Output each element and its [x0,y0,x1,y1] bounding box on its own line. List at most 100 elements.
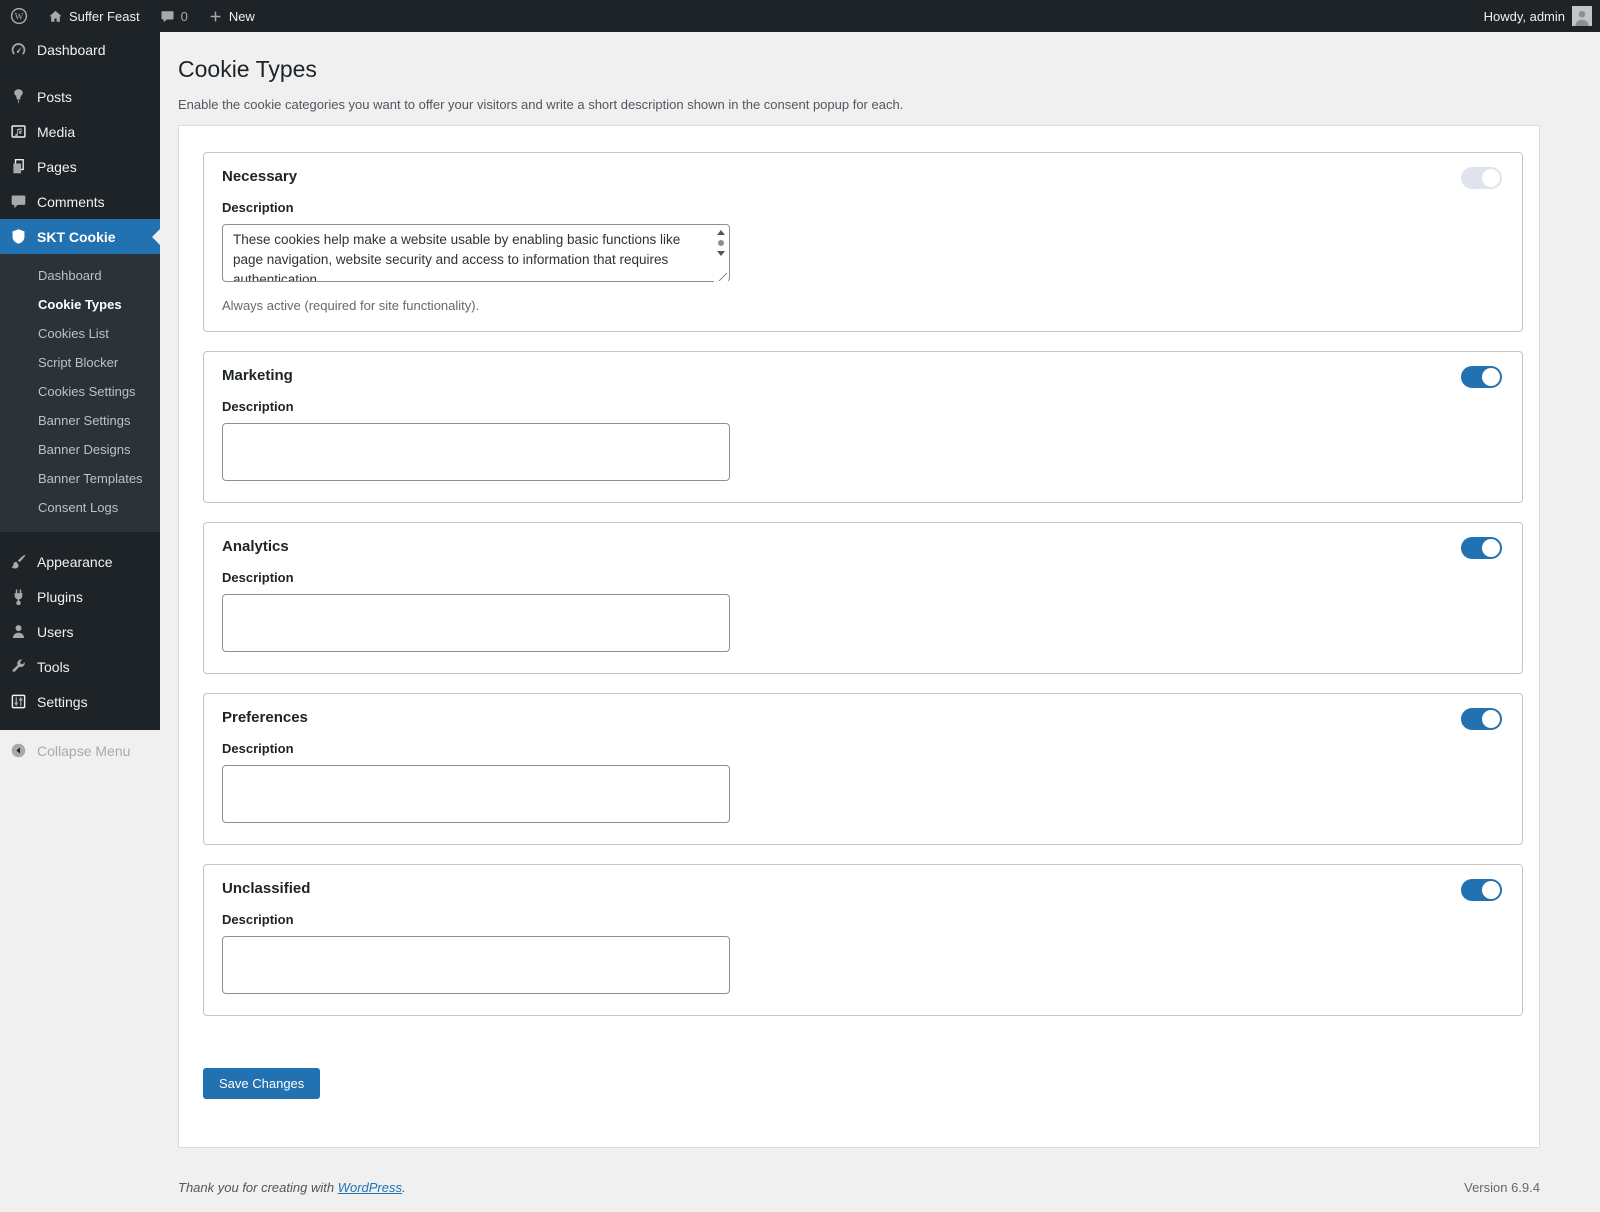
new-content-button[interactable]: New [198,0,265,32]
cookie-type-toggle[interactable] [1461,166,1502,189]
comments-admin-bar-link[interactable]: 0 [150,0,198,32]
submenu-item-banner-designs[interactable]: Banner Designs [0,435,160,464]
media-icon [11,125,26,138]
page-title: Cookie Types [178,56,317,82]
sidebar-item-users[interactable]: Users [0,614,160,649]
cookie-type-toggle[interactable] [1461,878,1502,901]
admin-footer: Thank you for creating with WordPress. V… [178,1180,1540,1195]
sliders-icon [11,694,26,709]
shield-icon [12,229,25,244]
footer-version: Version 6.9.4 [1464,1180,1540,1195]
sidebar-item-skt-cookie[interactable]: SKT Cookie [0,219,160,254]
sidebar-lower-menu: Appearance Plugins Users Tools Settings [0,544,160,719]
submenu-item-banner-templates[interactable]: Banner Templates [0,464,160,493]
plug-icon [14,589,23,605]
toggle-knob [1482,168,1500,187]
plus-icon [210,11,221,21]
description-textarea[interactable] [222,935,730,994]
sidebar-item-tools[interactable]: Tools [0,649,160,684]
avatar[interactable] [1572,6,1592,26]
toggle-knob [1482,538,1500,557]
brush-icon [11,554,26,569]
sidebar-item-label: Plugins [37,588,83,605]
site-name-label: Suffer Feast [69,8,140,24]
cookie-type-title: Unclassified [222,879,311,897]
collapse-arrow-icon [11,743,26,758]
collapse-menu-button[interactable]: Collapse Menu [0,733,160,768]
sidebar-item-label: Posts [37,88,73,105]
cookie-types-panel: Necessary Description Always active (req… [178,124,1540,1148]
sidebar-item-appearance[interactable]: Appearance [0,544,160,579]
submenu-item-banner-settings[interactable]: Banner Settings [0,406,160,435]
dashboard-gauge-icon [11,43,26,55]
sidebar-item-label: Pages [37,158,77,175]
sidebar-item-media[interactable]: Media [0,114,160,149]
sidebar-main-menu: Posts Media Pages Comments [0,79,160,219]
cookie-type-card: Preferences Description [203,692,1523,845]
wordpress-logo-icon: W [10,7,28,25]
submenu-item-dashboard[interactable]: Dashboard [0,261,160,290]
description-textarea[interactable] [222,422,730,481]
description-textarea[interactable] [222,223,730,282]
pages-icon [13,159,24,174]
admin-sidebar: Dashboard Posts Media Pages Comments SKT… [0,32,160,759]
site-name-link[interactable]: Suffer Feast [38,0,150,32]
home-icon [49,10,62,22]
comments-icon [11,195,26,208]
sidebar-item-label: Tools [37,658,70,675]
submenu-item-cookies-settings[interactable]: Cookies Settings [0,377,160,406]
cookie-type-card: Marketing Description [203,350,1523,503]
save-changes-button[interactable]: Save Changes [203,1067,321,1099]
cookie-type-title: Analytics [222,537,289,555]
sidebar-item-plugins[interactable]: Plugins [0,579,160,614]
sidebar-item-settings[interactable]: Settings [0,684,160,719]
svg-text:W: W [15,12,24,22]
sidebar-item-dashboard[interactable]: Dashboard [0,32,160,67]
description-label: Description [222,199,294,215]
textarea-scrollbar[interactable] [714,225,728,283]
submenu-item-cookies-list[interactable]: Cookies List [0,319,160,348]
always-active-note: Always active (required for site functio… [222,297,480,313]
cookie-type-title: Necessary [222,167,298,185]
sidebar-item-comments[interactable]: Comments [0,184,160,219]
scroll-down-icon[interactable] [717,250,725,256]
resize-grip-icon[interactable] [718,272,728,282]
cookie-type-card: Unclassified Description [203,863,1523,1016]
skt-cookie-submenu: Dashboard Cookie Types Cookies List Script … [0,254,160,532]
cookie-type-card: Necessary Description Always active (req… [203,151,1523,332]
howdy-admin-link[interactable]: Howdy, admin [1484,9,1565,24]
submenu-item-consent-logs[interactable]: Consent Logs [0,493,160,522]
menu-separator [0,67,160,79]
page-subtitle: Enable the cookie categories you want to… [178,96,904,112]
scroll-up-icon[interactable] [717,229,725,235]
wordpress-link[interactable]: WordPress [338,1180,402,1195]
cookie-type-toggle[interactable] [1461,536,1502,559]
comments-count-badge: 0 [180,8,188,24]
menu-separator [0,532,160,544]
cookie-type-toggle[interactable] [1461,365,1502,388]
sidebar-item-label: Settings [37,693,88,710]
description-label: Description [222,569,294,585]
submenu-item-script-blocker[interactable]: Script Blocker [0,348,160,377]
toggle-knob [1482,880,1500,899]
scroll-thumb[interactable] [718,239,724,246]
description-textarea[interactable] [222,764,730,823]
wordpress-logo-icon[interactable]: W [0,0,38,32]
sidebar-item-posts[interactable]: Posts [0,79,160,114]
submenu-item-cookie-types[interactable]: Cookie Types [0,290,160,319]
cookie-type-card: Analytics Description [203,521,1523,674]
description-label: Description [222,911,294,927]
main-content: Cookie Types Enable the cookie categorie… [160,32,1600,1148]
comment-bubble-icon [161,10,174,22]
sidebar-item-label: SKT Cookie [37,228,116,245]
current-menu-arrow [144,228,160,245]
user-icon [12,625,25,639]
sidebar-item-label: Comments [37,193,105,210]
wrench-icon [12,659,25,672]
sidebar-item-pages[interactable]: Pages [0,149,160,184]
collapse-menu-label: Collapse Menu [37,742,131,759]
description-textarea[interactable] [222,593,730,652]
description-label: Description [222,740,294,756]
cookie-type-toggle[interactable] [1461,707,1502,730]
toggle-knob [1482,367,1500,386]
